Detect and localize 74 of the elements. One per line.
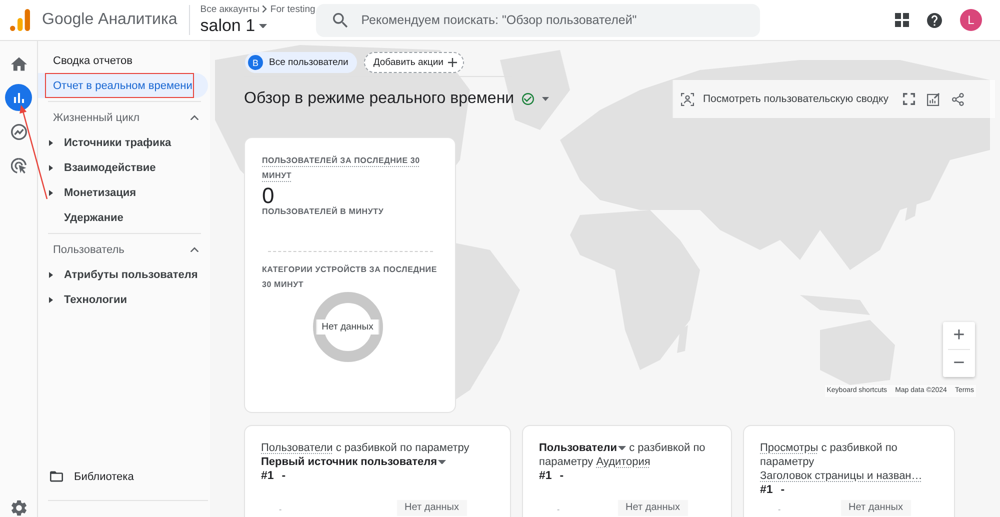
product-name: Google Аналитика — [42, 11, 178, 29]
dimension-dropdown[interactable]: Первый источник пользователя — [261, 455, 446, 469]
card-title: Пользователи с разбивкой по параметру Первый источник пользователя — [261, 441, 470, 469]
metric-label: КАТЕГОРИИ УСТРОЙСТВ ЗА ПОСЛЕДНИЕ 30 МИНУТ — [262, 264, 438, 291]
metric-label: ПОЛЬЗОВАТЕЛЕЙ ЗА ПОСЛЕДНИЕ 30 МИНУТ — [262, 154, 421, 182]
no-data-label: Нет данных — [316, 320, 380, 334]
no-data-label: Нет данных — [840, 500, 911, 516]
page-title: Обзор в режиме реального времени — [244, 90, 514, 108]
caret-icon — [618, 446, 626, 450]
metric-label: ПОЛЬЗОВАТЕЛЕЙ В МИНУТУ — [262, 206, 385, 218]
rank-value: - — [282, 469, 286, 483]
reports-button[interactable] — [5, 84, 32, 111]
home-icon — [10, 56, 26, 72]
search-icon — [333, 12, 348, 28]
chevron-right-icon — [262, 5, 268, 13]
nav-item[interactable]: Атрибуты пользователя — [38, 262, 208, 287]
nav-item[interactable]: Технологии — [38, 287, 208, 312]
breadcrumb-link[interactable]: For testing — [270, 4, 316, 14]
rank-number: #1 — [539, 469, 552, 483]
axis-tick: - — [778, 505, 781, 515]
plus-icon — [448, 58, 458, 67]
add-comparison-button[interactable]: Добавить акции — [364, 52, 464, 73]
metric-dropdown[interactable]: Пользователи — [539, 441, 626, 455]
trend-circle-icon — [10, 124, 26, 140]
caret-icon — [542, 97, 550, 101]
property-selector[interactable]: salon 1 — [200, 15, 268, 37]
edit-chart-icon[interactable] — [926, 92, 940, 106]
triangle-right-icon — [49, 164, 53, 170]
share-icon[interactable] — [952, 92, 964, 106]
triangle-right-icon — [49, 296, 53, 302]
section-toggle[interactable]: Жизненный цикл — [38, 105, 210, 130]
triangle-right-icon — [49, 140, 53, 146]
rank-number: #1 — [261, 469, 274, 483]
card-title: Пользователи с разбивкой по параметру Аудитория — [539, 441, 706, 469]
person-frame-icon — [681, 92, 694, 106]
bars-logo-icon — [10, 9, 30, 31]
avatar[interactable]: L — [960, 9, 982, 31]
rank-value: - — [560, 469, 564, 483]
axis-tick: - — [557, 505, 560, 515]
nav-item[interactable]: Монетизация — [38, 180, 208, 205]
nav-item[interactable]: Взаимодействие — [38, 155, 208, 180]
user-snapshot-button[interactable]: Посмотреть пользовательскую сводку — [681, 92, 888, 106]
library-link[interactable]: Библиотека — [38, 464, 210, 489]
nav-item[interactable]: Источники трафика — [38, 130, 208, 155]
search-field[interactable]: Рекомендуем поискать: "Обзор пользователей" — [316, 4, 760, 36]
nav-item[interactable]: Отчет в реальном времени — [38, 73, 208, 98]
segment-chip[interactable]: В Все пользователи — [245, 52, 358, 73]
triangle-right-icon — [49, 190, 53, 196]
zoom-out-button[interactable]: − — [943, 350, 975, 377]
no-data-label: Нет данных — [396, 500, 467, 516]
nav-item[interactable]: Сводка отчетов — [38, 48, 208, 73]
fullscreen-icon[interactable] — [902, 93, 914, 105]
axis-tick: - — [279, 505, 282, 515]
nav-item[interactable]: Удержание — [38, 205, 208, 230]
metric-value: 0 — [262, 186, 274, 206]
section-toggle[interactable]: Пользователь — [38, 237, 210, 262]
zoom-in-button[interactable]: + — [943, 322, 975, 349]
no-data-label: Нет данных — [618, 500, 688, 516]
breadcrumb-link[interactable]: Все аккаунты — [200, 4, 260, 14]
caret-icon — [438, 460, 446, 464]
apps-grid-icon[interactable] — [895, 13, 909, 27]
settings-icon — [10, 500, 26, 516]
empty-donut-chart — [312, 292, 382, 362]
target-cursor-icon — [10, 158, 26, 174]
rank-number: #1 — [760, 483, 773, 497]
segment-badge: В — [248, 55, 263, 70]
rank-value: - — [780, 483, 785, 497]
folder-icon — [50, 471, 63, 482]
caret-icon — [259, 24, 268, 28]
help-icon[interactable] — [927, 12, 942, 28]
bar-chart-icon — [12, 92, 24, 102]
segment-label: Все пользователи — [269, 57, 348, 68]
triangle-right-icon — [49, 272, 53, 278]
card-title: Просмотры с разбивкой по параметру Заголовок страницы и назван… — [760, 441, 924, 483]
